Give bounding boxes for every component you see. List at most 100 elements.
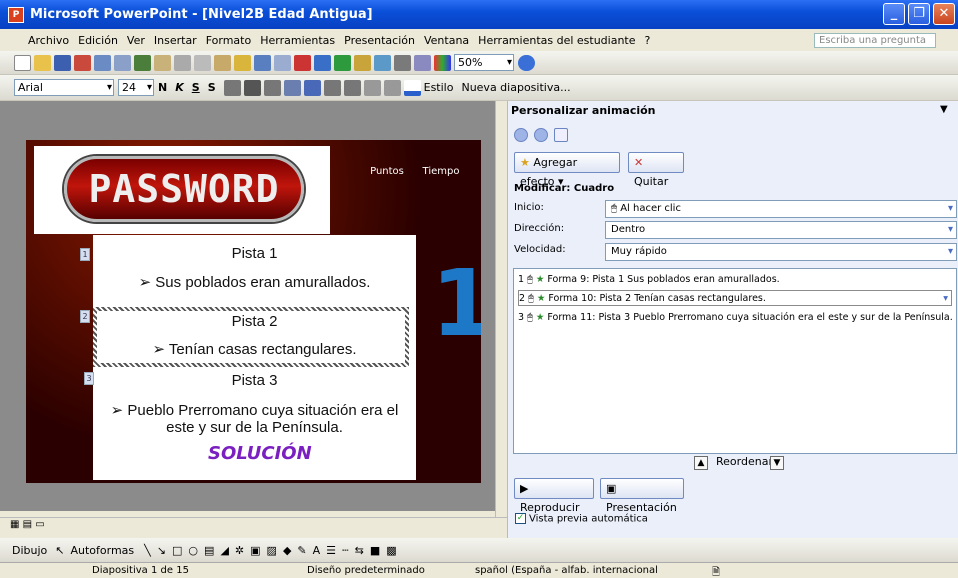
autopreview-checkbox[interactable]: ✓ Vista previa automática: [515, 513, 648, 525]
new-icon[interactable]: [14, 54, 31, 71]
restore-button[interactable]: ❐: [908, 3, 930, 25]
dash-style-icon[interactable]: ┄: [342, 544, 349, 557]
direction-select[interactable]: Dentro: [605, 221, 957, 239]
horizontal-scrollbar[interactable]: ▦ ▤ ▭: [0, 517, 507, 533]
chevron-down-icon[interactable]: ▾: [943, 291, 948, 307]
forward-icon[interactable]: [534, 128, 548, 142]
permission-icon[interactable]: [74, 54, 91, 71]
autoshapes-menu[interactable]: Autoformas: [71, 544, 135, 557]
color-grayscale-icon[interactable]: [434, 54, 451, 71]
grid-icon[interactable]: [414, 54, 431, 71]
clipart-icon[interactable]: ▣: [250, 544, 260, 557]
line-icon[interactable]: ╲: [144, 544, 151, 557]
menu-herramientas-estudiante[interactable]: Herramientas del estudiante: [478, 34, 635, 47]
insert-picture-icon[interactable]: [354, 54, 371, 71]
line-color-icon[interactable]: ✎: [297, 544, 306, 557]
menu-edicion[interactable]: Edición: [78, 34, 118, 47]
cut-icon[interactable]: [174, 54, 191, 71]
menu-ventana[interactable]: Ventana: [424, 34, 469, 47]
font-size-select[interactable]: 24: [118, 79, 154, 96]
align-left-icon[interactable]: [223, 79, 241, 96]
increase-font-icon[interactable]: [323, 79, 341, 96]
new-slide-button[interactable]: Nueva diapositiva...: [461, 81, 570, 94]
insert-table-icon[interactable]: [314, 54, 331, 71]
picture-icon[interactable]: ▨: [267, 544, 277, 557]
animation-item-3[interactable]: 3 🖱 ★ Forma 11: Pista 3 Pueblo Prerroman…: [518, 310, 953, 326]
help-icon[interactable]: [518, 54, 535, 71]
shadow-style-icon[interactable]: ■: [370, 544, 380, 557]
home-icon[interactable]: [554, 128, 568, 142]
increase-indent-icon[interactable]: [383, 79, 401, 96]
tables-borders-icon[interactable]: [334, 54, 351, 71]
add-effect-button[interactable]: ★ Agregar efecto ▾: [514, 152, 620, 188]
minimize-button[interactable]: _: [883, 3, 905, 25]
underline-button[interactable]: S: [192, 81, 200, 94]
hyperlink-icon[interactable]: [374, 54, 391, 71]
slide-canvas[interactable]: PASSWORD Puntos Tiempo 1 Pista 1 ➢ Sus p…: [26, 140, 481, 483]
font-color-icon[interactable]: [403, 79, 421, 96]
close-button[interactable]: ✕: [933, 3, 955, 25]
speed-select[interactable]: Muy rápido: [605, 243, 957, 261]
spelling-icon[interactable]: [134, 54, 151, 71]
shadow-button[interactable]: S: [208, 81, 216, 94]
menu-ver[interactable]: Ver: [127, 34, 145, 47]
ask-question-input[interactable]: Escriba una pregunta: [814, 33, 936, 48]
diagram-icon[interactable]: ✲: [235, 544, 244, 557]
big-number[interactable]: 1: [431, 250, 481, 357]
textbox-icon[interactable]: ▤: [204, 544, 214, 557]
numbering-icon[interactable]: [283, 79, 301, 96]
draw-menu[interactable]: Dibujo: [12, 544, 47, 557]
3d-style-icon[interactable]: ▩: [386, 544, 396, 557]
italic-button[interactable]: K: [175, 81, 184, 94]
animation-item-1[interactable]: 1 🖱 ★ Forma 9: Pista 1 Sus poblados eran…: [518, 272, 780, 288]
bullets-icon[interactable]: [303, 79, 321, 96]
slideshow-button[interactable]: ▣ Presentación: [600, 478, 684, 514]
selected-shape-outline[interactable]: [93, 307, 409, 367]
animation-item-2[interactable]: 2 🖱 ★ Forma 10: Pista 2 Tenían casas rec…: [518, 290, 952, 306]
pane-menu-icon[interactable]: ▼: [940, 104, 948, 115]
solution-button[interactable]: SOLUCIÓN: [208, 443, 312, 464]
arrow-icon[interactable]: ↘: [157, 544, 166, 557]
view-buttons[interactable]: ▦ ▤ ▭: [10, 519, 45, 530]
print-preview-icon[interactable]: [114, 54, 131, 71]
redo-icon[interactable]: [274, 54, 291, 71]
decrease-indent-icon[interactable]: [363, 79, 381, 96]
move-up-icon[interactable]: ▲: [694, 456, 708, 470]
menu-presentacion[interactable]: Presentación: [344, 34, 415, 47]
zoom-select[interactable]: 50%: [454, 54, 514, 71]
bold-button[interactable]: N: [158, 81, 167, 94]
expand-icon[interactable]: [394, 54, 411, 71]
font-color-icon[interactable]: A: [313, 544, 321, 557]
insert-chart-icon[interactable]: [294, 54, 311, 71]
copy-icon[interactable]: [194, 54, 211, 71]
slide-vertical-scrollbar[interactable]: [495, 101, 507, 517]
menu-formato[interactable]: Formato: [206, 34, 252, 47]
print-icon[interactable]: [94, 54, 111, 71]
line-style-icon[interactable]: ☰: [326, 544, 336, 557]
wordart-icon[interactable]: ◢: [220, 544, 228, 557]
password-logo[interactable]: PASSWORD: [34, 146, 330, 234]
save-icon[interactable]: [54, 54, 71, 71]
design-button[interactable]: Estilo: [424, 81, 454, 94]
font-select[interactable]: Arial: [14, 79, 114, 96]
start-select[interactable]: 🖱 Al hacer clic: [605, 200, 957, 218]
tiempo-header[interactable]: Tiempo: [414, 147, 468, 197]
oval-icon[interactable]: ○: [188, 544, 198, 557]
menu-help[interactable]: ?: [645, 34, 651, 47]
animation-list[interactable]: 1 🖱 ★ Forma 9: Pista 1 Sus poblados eran…: [513, 268, 957, 454]
remove-button[interactable]: ✕ Quitar: [628, 152, 684, 188]
menu-insertar[interactable]: Insertar: [154, 34, 197, 47]
undo-icon[interactable]: [254, 54, 271, 71]
align-center-icon[interactable]: [243, 79, 261, 96]
select-objects-icon[interactable]: ↖: [55, 544, 64, 557]
paste-icon[interactable]: [214, 54, 231, 71]
move-down-icon[interactable]: ▼: [770, 456, 784, 470]
back-icon[interactable]: [514, 128, 528, 142]
menu-archivo[interactable]: Archivo: [28, 34, 69, 47]
arrow-style-icon[interactable]: ⇆: [355, 544, 364, 557]
research-icon[interactable]: [154, 54, 171, 71]
rectangle-icon[interactable]: □: [172, 544, 182, 557]
fill-color-icon[interactable]: ◆: [283, 544, 291, 557]
play-button[interactable]: ▶ Reproducir: [514, 478, 594, 514]
decrease-font-icon[interactable]: [343, 79, 361, 96]
